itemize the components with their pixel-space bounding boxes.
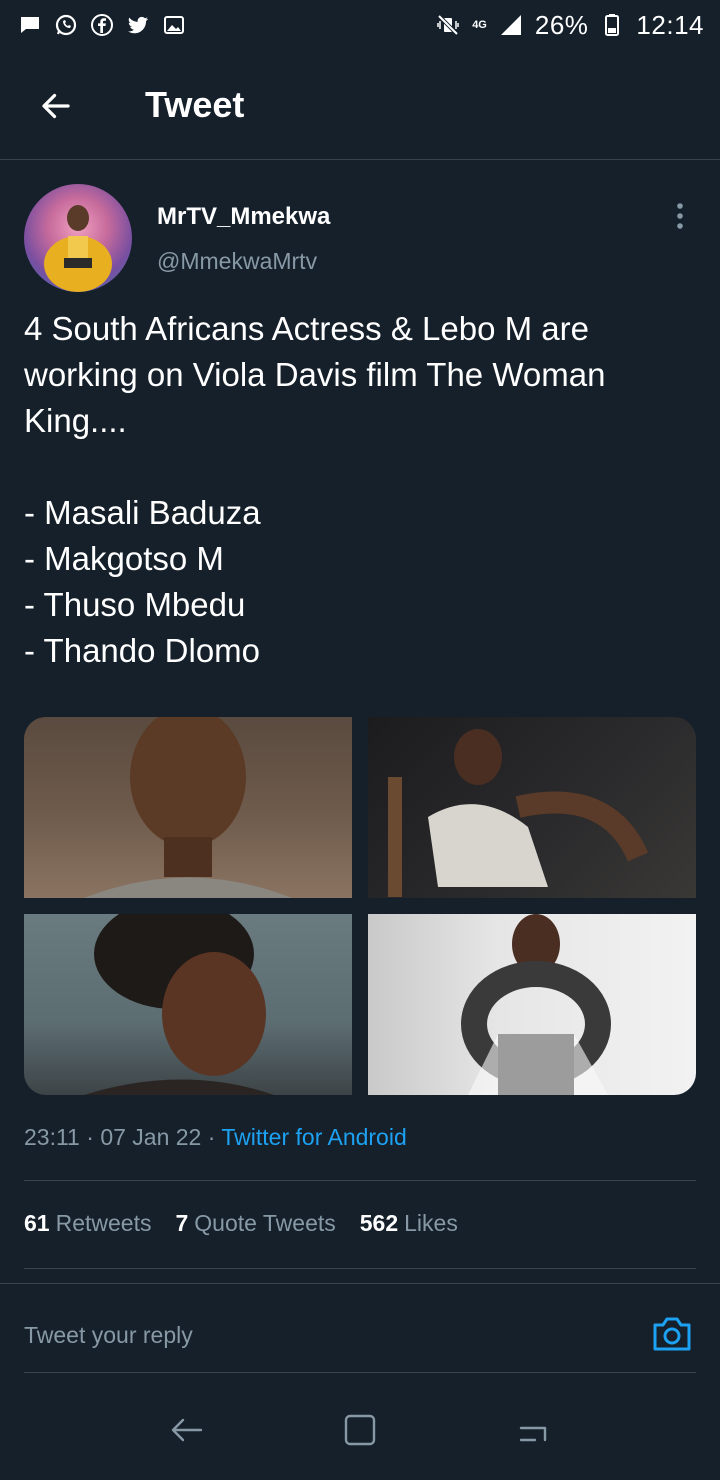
tweet-media-grid (24, 717, 696, 1095)
twitter-icon (126, 13, 150, 37)
tweet-stats: 61 Retweets 7 Quote Tweets 562 Likes (24, 1210, 458, 1237)
retweets-stat[interactable]: 61 Retweets (24, 1210, 151, 1237)
gallery-icon (162, 13, 186, 37)
retweets-label: Retweets (55, 1210, 152, 1236)
back-arrow-icon (171, 1418, 202, 1442)
back-button[interactable] (36, 86, 76, 126)
quote-tweets-count: 7 (175, 1210, 189, 1236)
quote-tweets-label: Quote Tweets (194, 1210, 336, 1236)
arrow-left-icon (42, 93, 70, 119)
media-image-1[interactable] (24, 717, 352, 898)
mute-vibrate-icon (436, 13, 460, 37)
headshot-photo (84, 914, 274, 1095)
author-name[interactable]: MrTV_Mmekwa (157, 203, 330, 231)
battery-icon (600, 13, 624, 37)
system-home-button[interactable] (335, 1405, 385, 1455)
divider (24, 1372, 696, 1373)
beaded-necklace-photo (461, 914, 611, 1095)
whatsapp-icon (54, 13, 78, 37)
more-vertical-icon (677, 203, 683, 229)
page-title: Tweet (145, 84, 245, 125)
likes-stat[interactable]: 562 Likes (360, 1210, 458, 1237)
tweet-time: 23:11 (24, 1124, 80, 1150)
tweet-source-link[interactable]: Twitter for Android (221, 1124, 406, 1150)
network-type: 4G (472, 18, 487, 31)
more-options-button[interactable] (664, 200, 696, 232)
top-app-bar: Tweet (0, 50, 720, 160)
battery-percentage: 26% (534, 9, 589, 40)
seated-pose-photo (388, 729, 649, 897)
camera-button[interactable] (650, 1312, 694, 1356)
divider (24, 1180, 696, 1181)
system-back-button[interactable] (162, 1405, 212, 1455)
status-left-icons (18, 13, 186, 37)
facebook-icon (90, 13, 114, 37)
system-recents-button[interactable] (508, 1405, 558, 1455)
tweet-date: 07 Jan 22 (100, 1124, 202, 1150)
likes-count: 562 (359, 1210, 399, 1236)
tweet-text: 4 South Africans Actress & Lebo M are wo… (24, 310, 606, 669)
tweet-metadata: 23:11 · 07 Jan 22 · Twitter for Android (24, 1124, 407, 1151)
likes-label: Likes (404, 1210, 458, 1236)
portrait-photo (84, 717, 292, 898)
quote-tweets-stat[interactable]: 7 Quote Tweets (175, 1210, 335, 1237)
meta-separator: · (86, 1124, 94, 1150)
divider (0, 1283, 720, 1284)
home-square-icon (344, 1414, 376, 1446)
media-image-2[interactable] (368, 717, 696, 898)
media-image-4[interactable] (368, 914, 696, 1095)
avatar-image (44, 205, 112, 292)
camera-icon (653, 1317, 691, 1351)
author-avatar[interactable] (24, 184, 132, 292)
status-bar: 4G 26% 12:14 (0, 0, 720, 50)
meta-separator: · (207, 1124, 216, 1150)
media-image-3[interactable] (24, 914, 352, 1095)
clock: 12:14 (636, 9, 704, 40)
recents-icon (520, 1426, 547, 1442)
system-navigation-bar (0, 1380, 720, 1480)
message-icon (18, 13, 42, 37)
signal-icon (499, 13, 523, 37)
reply-input[interactable] (24, 1312, 624, 1358)
divider (24, 1268, 696, 1269)
retweets-count: 61 (24, 1210, 50, 1236)
status-right-icons: 4G 26% 12:14 (436, 10, 704, 41)
author-handle[interactable]: @MmekwaMrtv (157, 248, 317, 275)
